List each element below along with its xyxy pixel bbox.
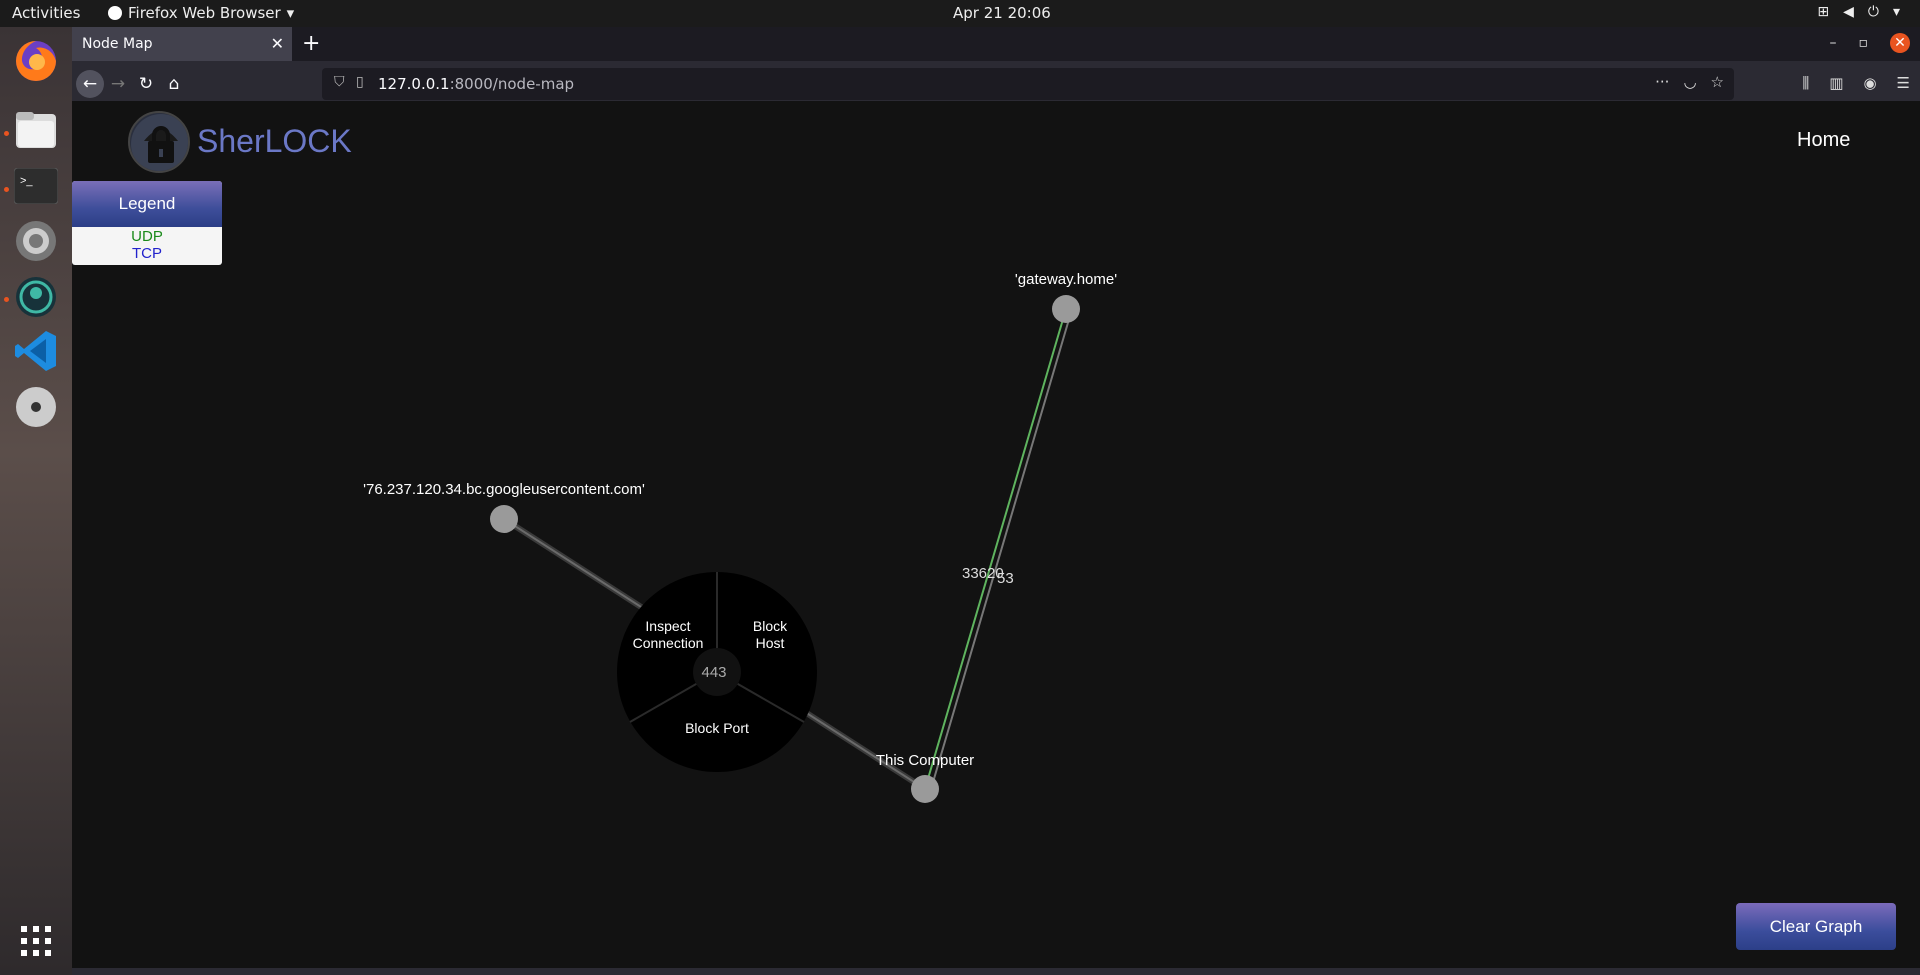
new-tab-button[interactable]: + [302, 31, 320, 56]
dock-vscode[interactable] [10, 325, 62, 377]
page-info-icon[interactable]: ▯ [356, 74, 364, 90]
menu-inspect-connection-1[interactable]: Inspect [645, 618, 690, 634]
running-indicator [4, 297, 9, 302]
dock-firefox[interactable] [10, 35, 62, 87]
close-window-icon[interactable]: ✕ [1890, 33, 1910, 53]
forward-button[interactable]: → [104, 70, 132, 98]
bookmark-star-icon[interactable]: ☆ [1711, 73, 1724, 91]
system-tray[interactable]: ⊞ ◀ ⏻ ▾ [1817, 4, 1900, 20]
chevron-down-icon: ▾ [1892, 4, 1900, 20]
node-google-label: '76.237.120.34.bc.googleusercontent.com' [363, 481, 645, 498]
svg-text:>_: >_ [20, 175, 33, 187]
sidebar-icon[interactable]: ▥ [1829, 74, 1843, 92]
library-icon[interactable]: ⫼ [1802, 74, 1809, 92]
vscode-icon [15, 331, 56, 371]
dock-dvd[interactable] [10, 381, 62, 433]
system-top-bar: Activities Firefox Web Browser ▾ Apr 21 … [0, 0, 1920, 27]
url-actions: ··· ◡ ☆ [1655, 73, 1724, 91]
shield-icon[interactable]: ⛉ [334, 74, 345, 90]
udp-edge[interactable] [924, 308, 1067, 790]
dock-app-grid[interactable] [10, 915, 62, 967]
files-icon [16, 112, 56, 148]
menu-block-host-2[interactable]: Host [756, 635, 785, 651]
dock-terminal[interactable]: >_ [10, 160, 62, 212]
running-indicator [4, 187, 9, 192]
minimize-icon[interactable]: – [1830, 35, 1837, 51]
node-google[interactable] [490, 505, 518, 533]
dock-settings[interactable] [10, 215, 62, 267]
toolbar-icons: ⫼ ▥ ◉ ☰ [1802, 74, 1910, 92]
dock-files[interactable] [10, 105, 62, 157]
menu-inspect-connection-2[interactable]: Connection [633, 635, 704, 651]
menu-icon[interactable]: ☰ [1897, 74, 1910, 92]
clear-graph-button[interactable]: Clear Graph [1736, 903, 1896, 950]
url-host: 127.0.0.1 [378, 75, 450, 93]
chevron-down-icon: ▾ [286, 4, 295, 22]
close-tab-icon[interactable]: ✕ [271, 34, 284, 53]
account-icon[interactable]: ◉ [1863, 74, 1876, 92]
edge-label-dns-port: 53 [997, 570, 1014, 587]
menu-block-port[interactable]: Block Port [685, 720, 749, 736]
node-gateway[interactable] [1052, 295, 1080, 323]
reload-button[interactable]: ↻ [132, 70, 160, 98]
tab-node-map[interactable]: Node Map ✕ [72, 27, 292, 61]
page-content: SherLOCK Home Legend UDP TCP Inspect Con… [72, 101, 1920, 968]
radial-menu[interactable]: Inspect Connection Block Host Block Port… [617, 572, 817, 772]
dns-edge[interactable] [930, 308, 1073, 790]
node-graph[interactable]: Inspect Connection Block Host Block Port… [72, 101, 1920, 968]
page-actions-icon[interactable]: ··· [1655, 73, 1669, 91]
back-button[interactable]: ← [76, 70, 104, 98]
volume-icon: ◀ [1843, 4, 1854, 20]
pocket-icon[interactable]: ◡ [1683, 73, 1696, 91]
network-icon: ⊞ [1817, 4, 1830, 20]
window-controls: – ▫ ✕ [1830, 33, 1910, 53]
node-this-computer[interactable] [911, 775, 939, 803]
app-grid-icon [21, 926, 51, 956]
settings-icon [16, 221, 56, 261]
app-menu-label: Firefox Web Browser [128, 4, 281, 22]
dock-gitkraken[interactable] [10, 271, 62, 323]
menu-block-host-1[interactable]: Block [753, 618, 788, 634]
clock[interactable]: Apr 21 20:06 [953, 4, 1051, 22]
tab-title: Node Map [82, 36, 153, 52]
activities-button[interactable]: Activities [12, 4, 80, 22]
node-gateway-label: 'gateway.home' [1015, 271, 1117, 288]
tab-bar: Node Map ✕ + – ▫ ✕ [72, 27, 1920, 61]
url-path: :8000/node-map [449, 75, 575, 93]
gitkraken-icon [16, 277, 56, 317]
maximize-icon[interactable]: ▫ [1859, 35, 1869, 51]
power-icon: ⏻ [1867, 4, 1879, 20]
dock: >_ [0, 27, 72, 975]
disc-icon [16, 387, 56, 427]
terminal-icon: >_ [14, 168, 58, 204]
app-menu[interactable]: Firefox Web Browser ▾ [108, 4, 294, 22]
menu-center-port: 443 [701, 664, 726, 681]
home-button[interactable]: ⌂ [160, 70, 188, 98]
running-indicator [4, 131, 9, 136]
browser-window: Node Map ✕ + – ▫ ✕ ← → ↻ ⌂ ⛉ ▯ 127.0.0.1… [72, 27, 1920, 975]
node-this-computer-label: This Computer [876, 752, 974, 769]
firefox-small-icon [108, 6, 122, 20]
firefox-icon [16, 41, 56, 81]
url-bar[interactable]: ⛉ ▯ 127.0.0.1:8000/node-map ··· ◡ ☆ [322, 68, 1734, 100]
